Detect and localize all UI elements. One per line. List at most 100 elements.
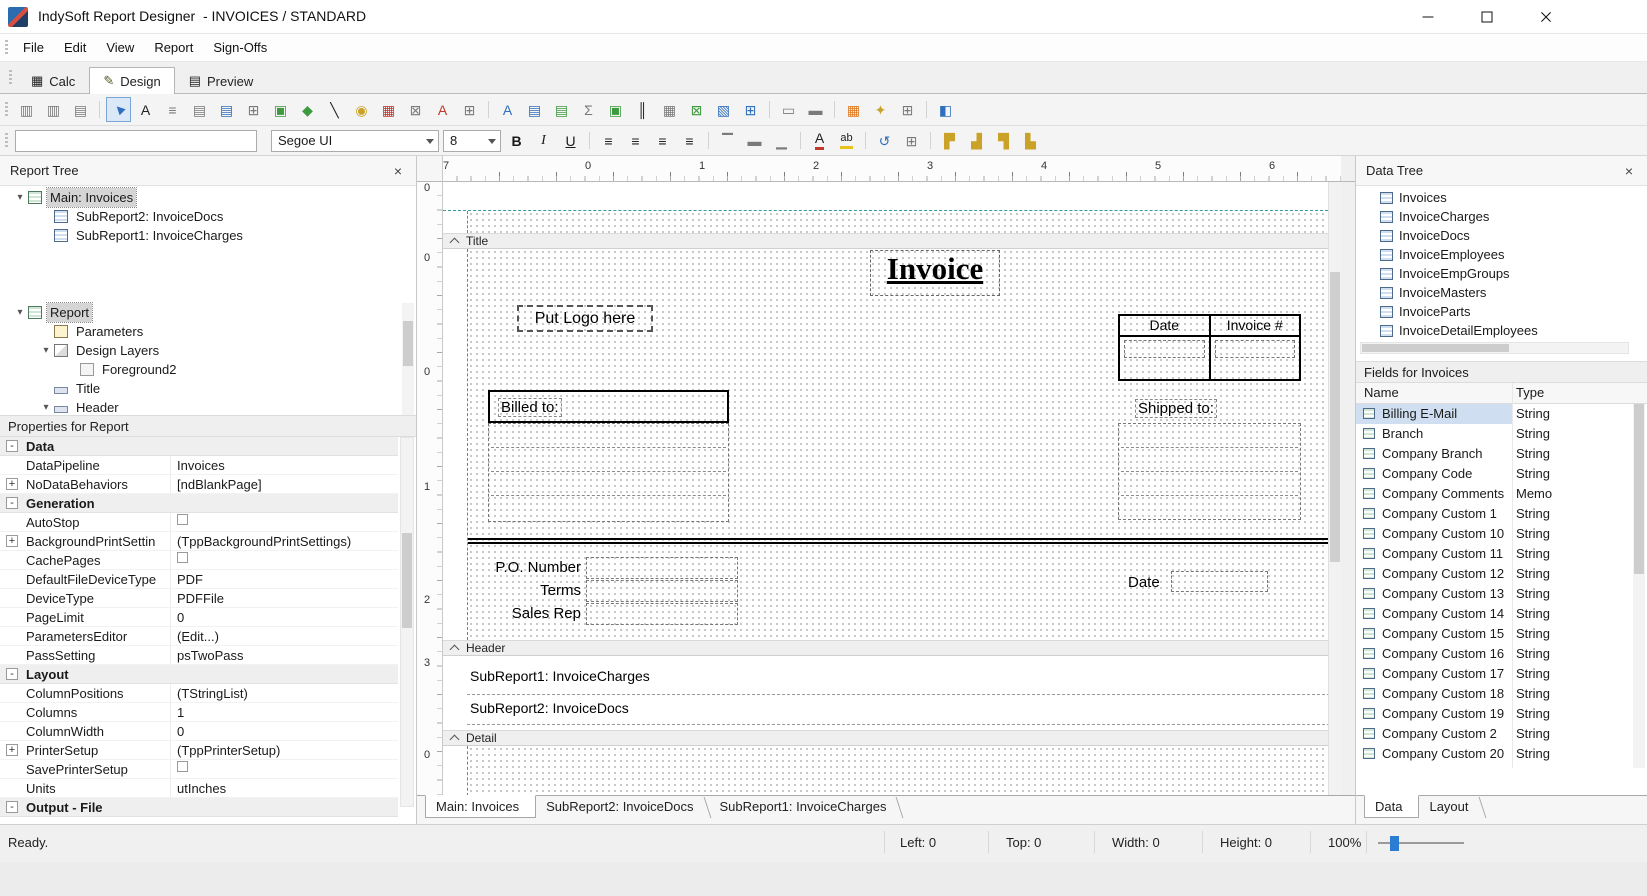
- dbmemo-tool-icon[interactable]: ▤: [522, 97, 547, 122]
- richtext-tool-icon[interactable]: ▤: [214, 97, 239, 122]
- bold-button[interactable]: B: [504, 128, 529, 153]
- dbgrid-tool-icon[interactable]: ⊞: [738, 97, 763, 122]
- checkbox-unchecked-icon[interactable]: [177, 761, 188, 772]
- region-tool-icon[interactable]: ▭: [776, 97, 801, 122]
- fields-scrollbar[interactable]: [1633, 404, 1645, 768]
- double-rule-line[interactable]: [468, 538, 1328, 544]
- table-tool-icon[interactable]: ⊞: [895, 97, 920, 122]
- label-tool-icon[interactable]: A: [133, 97, 158, 122]
- menu-item[interactable]: Report: [144, 37, 203, 59]
- property-row[interactable]: PageLimit 0: [0, 608, 398, 627]
- rotate-icon[interactable]: ↺: [872, 128, 897, 153]
- field-placeholder[interactable]: [491, 424, 726, 448]
- property-row[interactable]: Units utInches: [0, 779, 398, 798]
- field-row[interactable]: Company Custom 18 String: [1356, 684, 1633, 704]
- zoom-slider-thumb[interactable]: [1390, 836, 1399, 851]
- sales-rep-label[interactable]: Sales Rep: [488, 605, 581, 622]
- canvas-tab[interactable]: Main: Invoices: [425, 795, 536, 818]
- tree-expander-icon[interactable]: ▾: [12, 188, 28, 207]
- expand-toggle-icon[interactable]: +: [6, 478, 18, 490]
- dbchart-tool-icon[interactable]: ▧: [711, 97, 736, 122]
- expand-toggle-icon[interactable]: -: [6, 440, 18, 452]
- field-placeholder[interactable]: [491, 496, 726, 520]
- canvas-tab[interactable]: SubReport2: InvoiceDocs: [536, 796, 709, 819]
- report-tree-item[interactable]: ▾ Main: Invoices: [0, 188, 402, 207]
- column-header-type[interactable]: Type: [1516, 383, 1544, 403]
- property-value[interactable]: (TppPrinterSetup): [177, 741, 396, 760]
- property-row[interactable]: + PrinterSetup (TppPrinterSetup): [0, 741, 398, 760]
- field-row[interactable]: Company Custom 20 String: [1356, 744, 1633, 764]
- view-tab[interactable]: ▤ Preview: [175, 67, 268, 94]
- wizard-wand-icon[interactable]: ✦: [868, 97, 893, 122]
- dbcheckbox-tool-icon[interactable]: ⊠: [684, 97, 709, 122]
- property-row[interactable]: + NoDataBehaviors [ndBlankPage]: [0, 475, 398, 494]
- pages-tool-icon[interactable]: ⊞: [241, 97, 266, 122]
- field-placeholder[interactable]: [1121, 448, 1298, 472]
- data-outline-icon[interactable]: ▥: [41, 97, 66, 122]
- properties-scrollbar[interactable]: [400, 437, 414, 807]
- maximize-button[interactable]: [1464, 0, 1510, 33]
- field-row[interactable]: Company Custom 12 String: [1356, 564, 1633, 584]
- data-tree-item[interactable]: InvoiceEmployees: [1356, 245, 1631, 264]
- terms-field[interactable]: [586, 580, 738, 602]
- property-value[interactable]: [177, 513, 396, 525]
- valign-bottom-icon[interactable]: ▁: [769, 128, 794, 153]
- field-row[interactable]: Company Custom 14 String: [1356, 604, 1633, 624]
- move-backward-icon[interactable]: ▙: [1018, 128, 1043, 153]
- property-value[interactable]: [ndBlankPage]: [177, 475, 396, 494]
- field-row[interactable]: Company Custom 1 String: [1356, 504, 1633, 524]
- sales-rep-field[interactable]: [586, 603, 738, 625]
- date-label[interactable]: Date: [1128, 574, 1160, 591]
- object-selector-input[interactable]: [22, 133, 238, 148]
- page-icon[interactable]: ▤: [68, 97, 93, 122]
- tree-expander-icon[interactable]: ▾: [38, 341, 54, 360]
- report-tree-item[interactable]: Parameters: [0, 322, 402, 341]
- data-tree-hscrollbar[interactable]: [1360, 342, 1629, 354]
- minimize-button[interactable]: [1405, 0, 1451, 33]
- menu-item[interactable]: View: [96, 37, 144, 59]
- property-row[interactable]: ColumnPositions (TStringList): [0, 684, 398, 703]
- bring-front-icon[interactable]: ▛: [937, 128, 962, 153]
- checkbox-unchecked-icon[interactable]: [177, 514, 188, 525]
- column-header-name[interactable]: Name: [1364, 383, 1399, 403]
- property-value[interactable]: 0: [177, 608, 396, 627]
- scrollbar-thumb[interactable]: [1330, 272, 1340, 562]
- field-placeholder[interactable]: [1215, 340, 1296, 358]
- property-row[interactable]: PassSetting psTwoPass: [0, 646, 398, 665]
- billed-to-fields[interactable]: [488, 423, 729, 522]
- property-row[interactable]: CachePages: [0, 551, 398, 570]
- image-tool-icon[interactable]: ▣: [268, 97, 293, 122]
- field-placeholder[interactable]: [1121, 472, 1298, 496]
- valign-middle-icon[interactable]: ▬: [742, 128, 767, 153]
- report-tree-item[interactable]: Foreground2: [0, 360, 402, 379]
- property-value[interactable]: (TppBackgroundPrintSettings): [177, 532, 396, 551]
- dbbarcode-tool-icon[interactable]: ║: [630, 97, 655, 122]
- autofit-text-icon[interactable]: A: [430, 97, 455, 122]
- property-row[interactable]: - Output - File: [0, 798, 398, 817]
- property-value[interactable]: PDF: [177, 570, 396, 589]
- property-row[interactable]: ParametersEditor (Edit...): [0, 627, 398, 646]
- property-value[interactable]: psTwoPass: [177, 646, 396, 665]
- dbtext-tool-icon[interactable]: A: [495, 97, 520, 122]
- snap-grid-icon[interactable]: ⊞: [899, 128, 924, 153]
- property-value[interactable]: [177, 551, 396, 563]
- property-value[interactable]: Invoices: [177, 456, 396, 475]
- invoice-number-header-cell[interactable]: Invoice #: [1211, 316, 1300, 335]
- shipped-to-fields[interactable]: [1118, 423, 1301, 520]
- view-tab[interactable]: ▦ Calc: [17, 67, 89, 94]
- band-bar-header[interactable]: Header: [443, 640, 1328, 656]
- date-header-cell[interactable]: Date: [1120, 316, 1211, 335]
- data-tree-item[interactable]: InvoiceParts: [1356, 302, 1631, 321]
- report-tree-item[interactable]: SubReport1: InvoiceCharges: [0, 226, 402, 245]
- report-tree-item[interactable]: SubReport2: InvoiceDocs: [0, 207, 402, 226]
- close-button[interactable]: [1523, 0, 1569, 33]
- terms-label[interactable]: Terms: [488, 582, 581, 599]
- crosstab-tool-icon[interactable]: ▦: [841, 97, 866, 122]
- billed-to-box[interactable]: Billed to:: [488, 390, 729, 423]
- field-placeholder[interactable]: [1121, 496, 1298, 520]
- property-row[interactable]: ColumnWidth 0: [0, 722, 398, 741]
- data-tree-item[interactable]: InvoiceDetailEmployees: [1356, 321, 1631, 340]
- shape-tool-icon[interactable]: ◆: [295, 97, 320, 122]
- field-row[interactable]: Company Custom 17 String: [1356, 664, 1633, 684]
- valign-top-icon[interactable]: ▔: [715, 128, 740, 153]
